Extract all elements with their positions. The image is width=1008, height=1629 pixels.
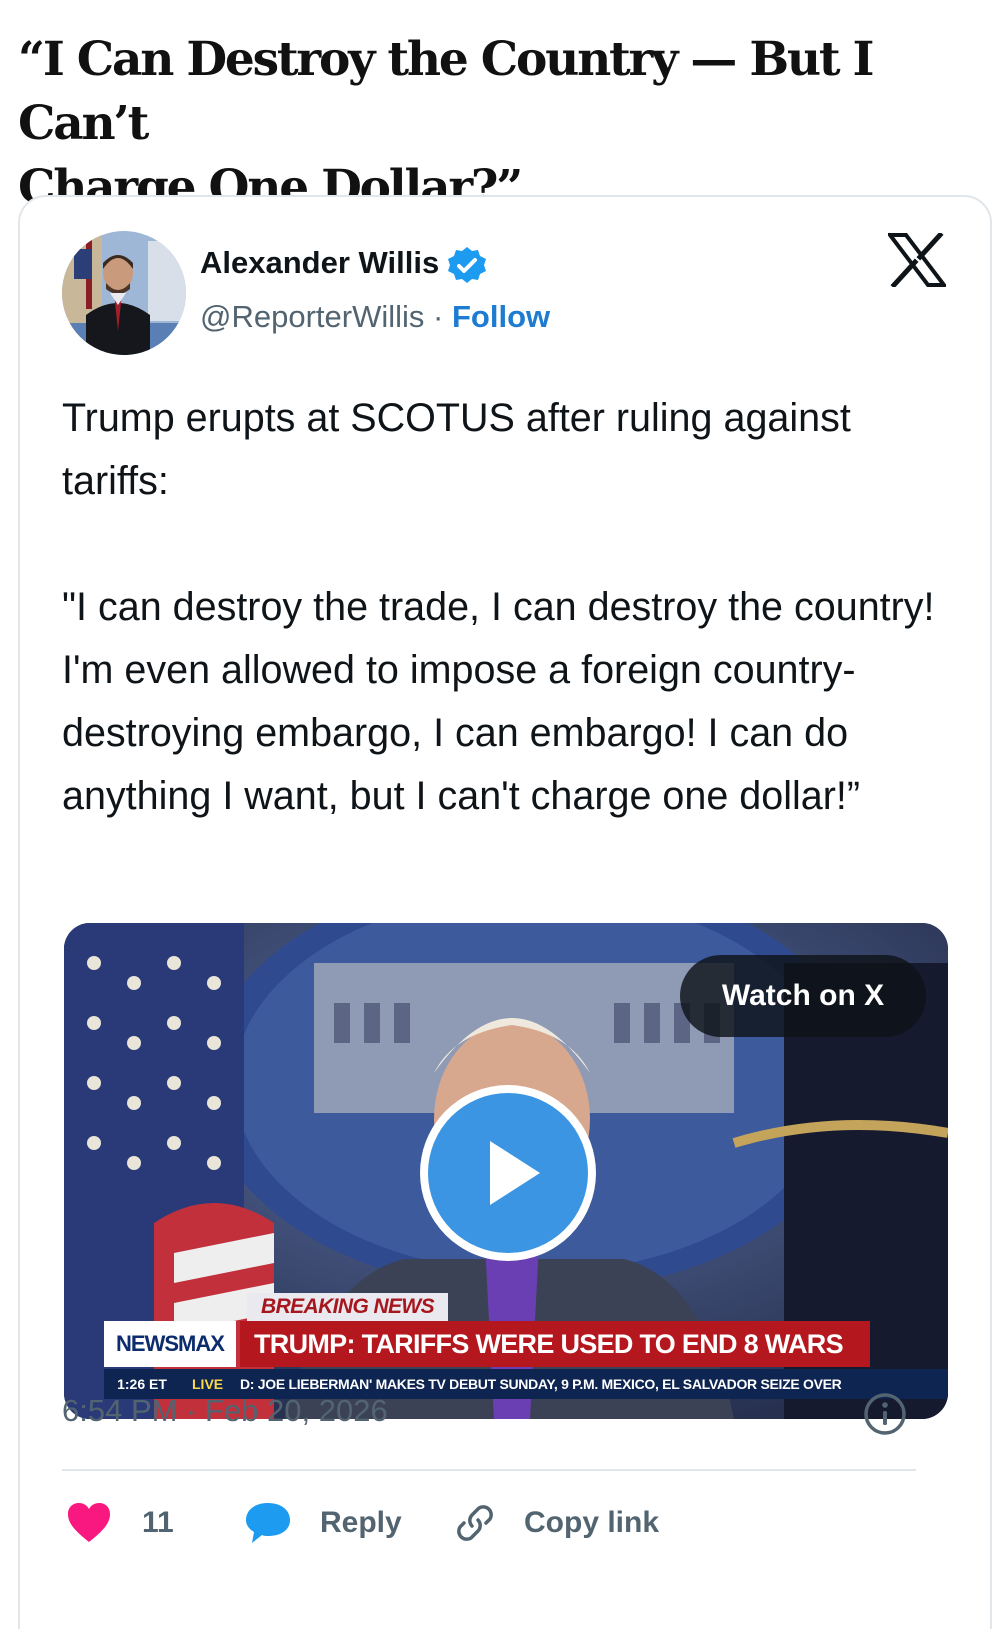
play-icon-circle [428, 1093, 588, 1253]
like-count: 11 [142, 1506, 174, 1539]
reply-label: Reply [320, 1506, 402, 1539]
play-icon [490, 1141, 540, 1205]
article-title: “I Can Destroy the Country — But I Can’t… [18, 28, 978, 220]
play-button[interactable] [420, 1085, 596, 1261]
heart-icon [68, 1503, 110, 1542]
copy-link-label: Copy link [524, 1506, 660, 1539]
divider [62, 1469, 916, 1471]
handle-row: @ReporterWillis · Follow [200, 299, 550, 335]
article-title-line-1: “I Can Destroy the Country — But I Can’t [18, 32, 875, 151]
reply-button[interactable]: Reply [244, 1493, 402, 1553]
like-button[interactable]: 11 [66, 1493, 174, 1553]
tweet-actions: 11 Reply Copy link [62, 1493, 922, 1553]
separator-dot: · [433, 299, 444, 334]
breaking-news-tag: BREAKING NEWS [247, 1293, 449, 1321]
tweet-text: Trump erupts at SCOTUS after ruling agai… [62, 387, 942, 828]
follow-link[interactable]: Follow [452, 299, 550, 334]
avatar[interactable] [62, 231, 186, 355]
tweet-text-paragraph-1: Trump erupts at SCOTUS after ruling agai… [62, 396, 851, 503]
video-player[interactable]: Watch on X BREAKING NEWS NEWSMAX TRUMP: … [64, 923, 948, 1419]
link-icon [457, 1505, 493, 1541]
embedded-tweet-card[interactable]: Alexander Willis @ReporterWillis · Follo… [18, 195, 992, 1629]
tweet-timestamp[interactable]: 6:54 PM · Feb 20, 2026 [62, 1393, 388, 1429]
info-icon[interactable] [862, 1391, 908, 1437]
author-name[interactable]: Alexander Willis [200, 245, 439, 281]
tweet-text-paragraph-2: "I can destroy the trade, I can destroy … [62, 585, 935, 818]
speech-bubble-icon [246, 1503, 290, 1543]
verified-badge-icon [446, 245, 488, 287]
watch-on-x-button[interactable]: Watch on X [680, 955, 926, 1037]
x-logo-icon[interactable] [885, 231, 949, 289]
network-logo: NEWSMAX [104, 1321, 236, 1367]
news-headline-bar: TRUMP: TARIFFS WERE USED TO END 8 WARS [240, 1321, 870, 1367]
author-handle[interactable]: @ReporterWillis [200, 299, 424, 334]
copy-link-button[interactable]: Copy link [452, 1493, 659, 1553]
